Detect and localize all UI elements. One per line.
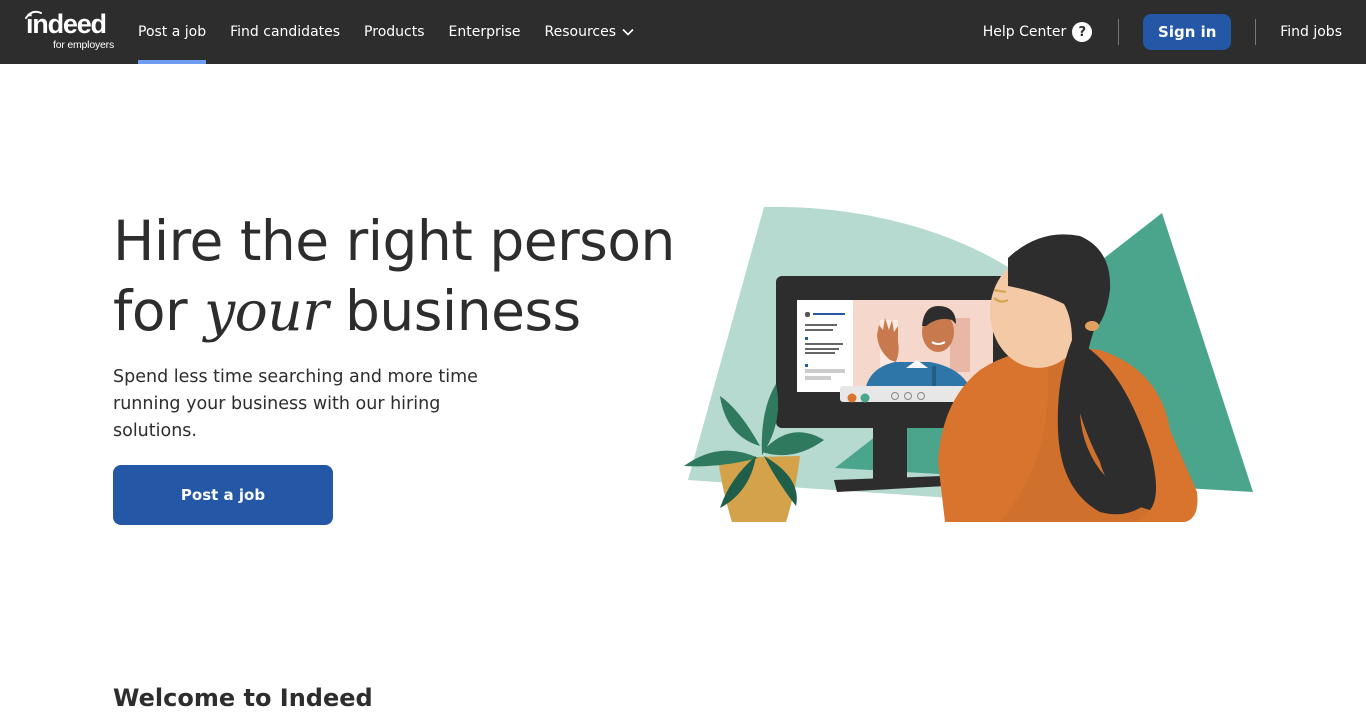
nav-utility: Help Center ? Sign in Find jobs bbox=[983, 0, 1342, 64]
help-center-link[interactable]: Help Center ? bbox=[983, 22, 1093, 42]
chevron-down-icon bbox=[622, 28, 634, 36]
nav-post-a-job[interactable]: Post a job bbox=[126, 0, 218, 64]
indeed-logo[interactable]: indeed for employers bbox=[24, 9, 116, 52]
nav-resources[interactable]: Resources bbox=[533, 0, 647, 64]
hero-illustration bbox=[684, 206, 1253, 522]
sign-in-button[interactable]: Sign in bbox=[1143, 14, 1232, 50]
welcome-heading: Welcome to Indeed bbox=[113, 684, 373, 712]
logo-subtitle: for employers bbox=[52, 39, 114, 51]
post-a-job-button[interactable]: Post a job bbox=[113, 465, 333, 525]
nav-find-candidates[interactable]: Find candidates bbox=[218, 0, 352, 64]
nav-divider bbox=[1118, 19, 1120, 45]
hero-title-post: business bbox=[328, 279, 581, 343]
nav-resources-label: Resources bbox=[544, 24, 617, 40]
hero-title-pre: for bbox=[113, 279, 205, 343]
help-center-label: Help Center bbox=[982, 24, 1067, 40]
logo-wordmark: indeed bbox=[26, 9, 107, 39]
nav-enterprise[interactable]: Enterprise bbox=[437, 0, 533, 64]
question-circle-icon: ? bbox=[1072, 22, 1093, 42]
nav-products[interactable]: Products bbox=[352, 0, 436, 64]
hero-title-line1: Hire the right person bbox=[113, 209, 675, 273]
hero-subtitle: Spend less time searching and more time … bbox=[113, 367, 478, 441]
top-nav: indeed for employers Post a job Find can… bbox=[0, 0, 1366, 64]
nav-divider bbox=[1255, 19, 1257, 45]
primary-nav: Post a job Find candidates Products Ente… bbox=[126, 0, 646, 64]
hero-title: Hire the right person for your business bbox=[113, 206, 693, 346]
hero-title-emphasis: your bbox=[204, 279, 329, 343]
find-jobs-link[interactable]: Find jobs bbox=[1280, 24, 1342, 40]
